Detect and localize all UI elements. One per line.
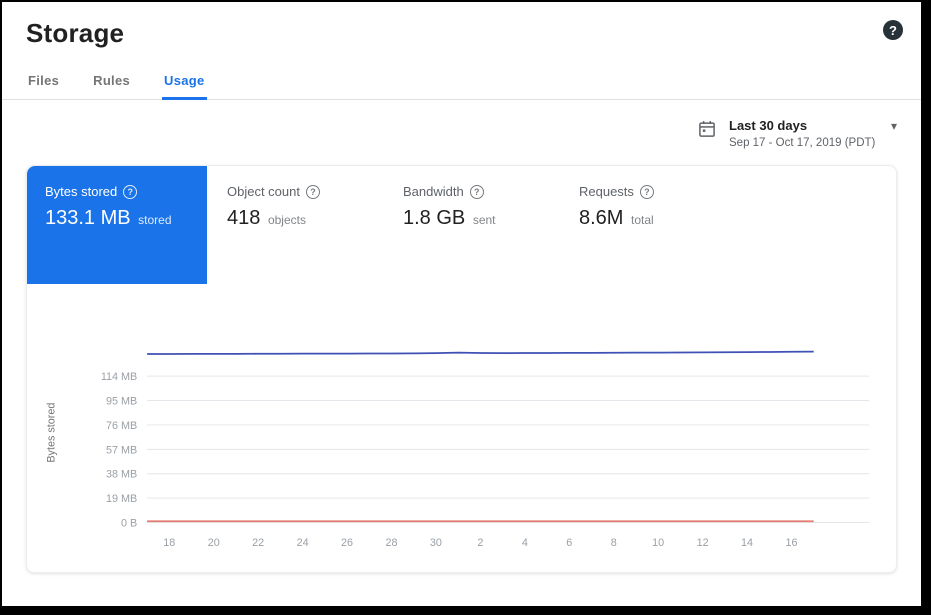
svg-text:20: 20 — [208, 537, 220, 549]
svg-text:12: 12 — [697, 537, 709, 549]
metric-object-count[interactable]: Object count ? 418 objects — [207, 166, 383, 284]
usage-card: Bytes stored ? 133.1 MB stored Object co… — [26, 165, 897, 573]
metric-label-text: Object count — [227, 184, 300, 199]
svg-text:24: 24 — [297, 537, 309, 549]
metric-value: 8.6M total — [579, 207, 725, 230]
metric-value-text: 418 — [227, 207, 260, 229]
help-circle-icon[interactable]: ? — [640, 185, 654, 199]
metric-label-text: Bandwidth — [403, 184, 464, 199]
chevron-down-icon[interactable]: ▾ — [873, 119, 897, 133]
metric-unit-text: sent — [473, 213, 496, 227]
svg-text:Bytes stored: Bytes stored — [46, 403, 58, 463]
svg-text:19 MB: 19 MB — [106, 493, 137, 505]
tab-files[interactable]: Files — [26, 63, 61, 100]
tab-usage[interactable]: Usage — [162, 63, 207, 100]
svg-text:95 MB: 95 MB — [106, 395, 137, 407]
svg-text:8: 8 — [611, 537, 617, 549]
tab-rules[interactable]: Rules — [91, 63, 132, 100]
metric-bytes-stored[interactable]: Bytes stored ? 133.1 MB stored — [27, 166, 207, 284]
help-circle-icon[interactable]: ? — [470, 185, 484, 199]
metric-value: 133.1 MB stored — [45, 207, 193, 230]
metric-value: 418 objects — [227, 207, 373, 230]
svg-text:4: 4 — [522, 537, 528, 549]
svg-text:6: 6 — [566, 537, 572, 549]
svg-text:10: 10 — [652, 537, 664, 549]
svg-text:16: 16 — [785, 537, 797, 549]
svg-text:22: 22 — [252, 537, 264, 549]
date-range-text: Last 30 days ▾ Sep 17 - Oct 17, 2019 (PD… — [729, 118, 897, 149]
metric-label: Object count ? — [227, 184, 373, 199]
page-header: Storage ? — [2, 2, 921, 49]
metric-value-text: 1.8 GB — [403, 207, 465, 229]
metric-unit-text: total — [631, 213, 654, 227]
metric-value-text: 133.1 MB — [45, 207, 131, 229]
metrics-row: Bytes stored ? 133.1 MB stored Object co… — [27, 166, 896, 284]
date-range-detail: Sep 17 - Oct 17, 2019 (PDT) — [729, 137, 897, 149]
date-range-label: Last 30 days — [729, 118, 807, 133]
page-title: Storage — [26, 18, 124, 49]
svg-text:26: 26 — [341, 537, 353, 549]
metric-bandwidth[interactable]: Bandwidth ? 1.8 GB sent — [383, 166, 559, 284]
metric-value-text: 8.6M — [579, 207, 623, 229]
metric-value: 1.8 GB sent — [403, 207, 549, 230]
metric-label: Requests ? — [579, 184, 725, 199]
help-circle-icon[interactable]: ? — [306, 185, 320, 199]
svg-text:76 MB: 76 MB — [106, 420, 137, 432]
metric-label-text: Bytes stored — [45, 184, 117, 199]
storage-page: Storage ? Files Rules Usage Last 30 days… — [2, 2, 921, 606]
date-range-row: Last 30 days ▾ Sep 17 - Oct 17, 2019 (PD… — [2, 100, 921, 149]
chart-container: 0 B19 MB38 MB57 MB76 MB95 MB114 MB182022… — [27, 284, 896, 572]
svg-text:38 MB: 38 MB — [106, 469, 137, 481]
metric-unit-text: stored — [138, 213, 171, 227]
help-circle-icon[interactable]: ? — [123, 185, 137, 199]
metric-unit-text: objects — [268, 213, 306, 227]
usage-line-chart: 0 B19 MB38 MB57 MB76 MB95 MB114 MB182022… — [39, 328, 884, 562]
metric-requests[interactable]: Requests ? 8.6M total — [559, 166, 735, 284]
metric-label: Bandwidth ? — [403, 184, 549, 199]
metric-label-text: Requests — [579, 184, 634, 199]
date-range-selector[interactable]: Last 30 days ▾ Sep 17 - Oct 17, 2019 (PD… — [697, 118, 897, 149]
svg-text:18: 18 — [163, 537, 175, 549]
help-icon[interactable]: ? — [883, 20, 903, 40]
svg-text:28: 28 — [386, 537, 398, 549]
svg-text:14: 14 — [741, 537, 753, 549]
svg-text:0 B: 0 B — [121, 517, 137, 529]
svg-text:114 MB: 114 MB — [101, 371, 137, 383]
svg-text:57 MB: 57 MB — [106, 444, 137, 456]
svg-text:30: 30 — [430, 537, 442, 549]
calendar-icon — [697, 119, 717, 139]
metric-label: Bytes stored ? — [45, 184, 193, 199]
tab-bar: Files Rules Usage — [2, 63, 921, 100]
svg-text:2: 2 — [477, 537, 483, 549]
